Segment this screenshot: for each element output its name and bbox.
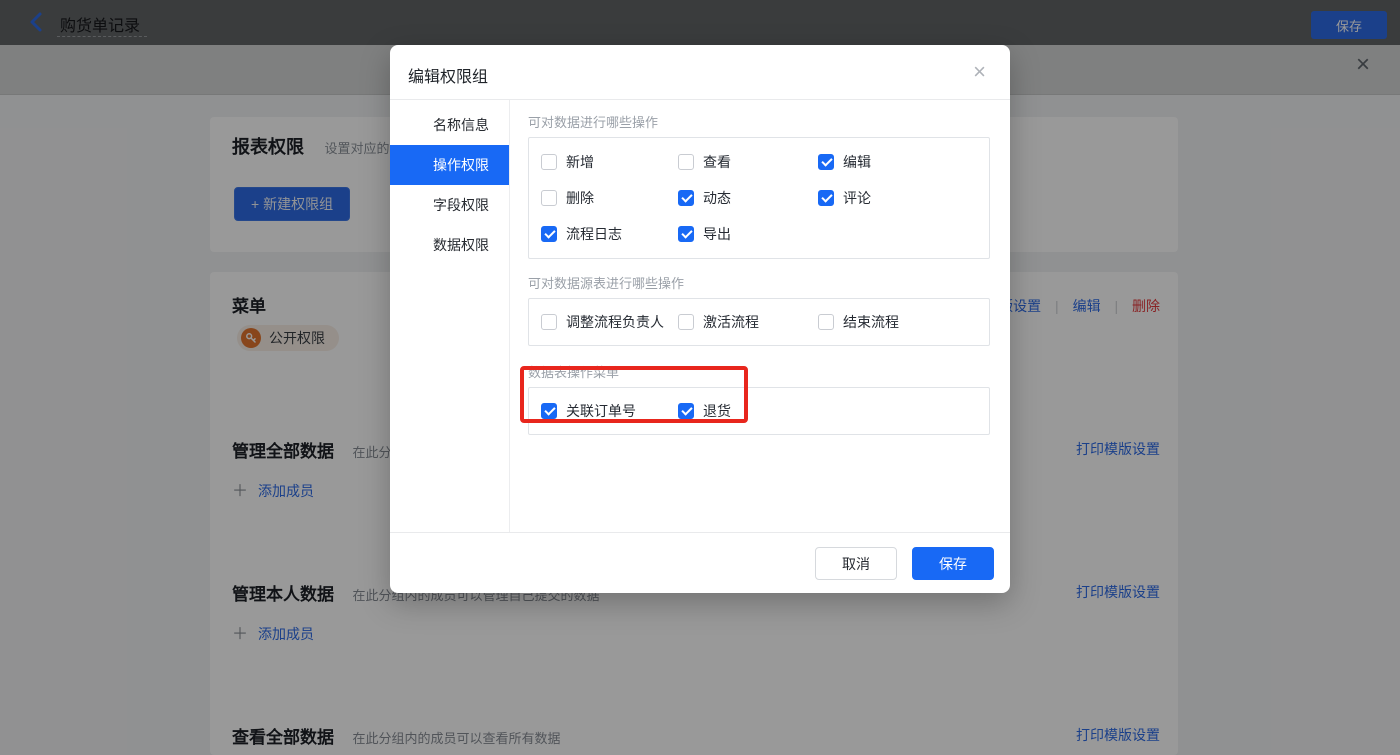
checkbox-export[interactable]: 导出 (678, 221, 818, 247)
checkbox-activity[interactable]: 动态 (678, 185, 818, 211)
data-operations-group: 新增 查看 编辑 删除 动态 评论 流程日志 导出 (528, 137, 990, 259)
dialog-title: 编辑权限组 (408, 69, 489, 86)
save-button[interactable]: 保存 (912, 547, 994, 580)
checkbox-box (678, 314, 694, 330)
table-menu-group: 关联订单号 退货 (528, 387, 990, 435)
checkbox-return-goods[interactable]: 退货 (678, 398, 818, 424)
checkbox-create[interactable]: 新增 (541, 149, 678, 175)
checkbox-flow-log[interactable]: 流程日志 (541, 221, 678, 247)
checkbox-label: 查看 (703, 154, 731, 170)
checkbox-box (678, 226, 694, 242)
tab-operation-permission[interactable]: 操作权限 (390, 145, 509, 185)
data-operations-label: 可对数据进行哪些操作 (528, 115, 659, 130)
checkbox-end-flow[interactable]: 结束流程 (818, 309, 977, 335)
checkbox-box (541, 190, 557, 206)
table-menu-label: 数据表操作菜单 (528, 365, 620, 380)
checkbox-label: 评论 (843, 190, 871, 206)
checkbox-label: 退货 (703, 403, 731, 419)
screen: 购货单记录 保存 × 报表权限 设置对应的「报表」权限 + 新建权限组 菜单 打… (0, 0, 1400, 755)
checkbox-link-order-number[interactable]: 关联订单号 (541, 398, 678, 424)
checkbox-label: 关联订单号 (566, 403, 636, 419)
edit-permission-group-dialog: 编辑权限组 × 名称信息 操作权限 字段权限 数据权限 可对数据进行哪些操作 新… (390, 45, 1010, 593)
checkbox-label: 结束流程 (843, 314, 899, 330)
checkbox-box (818, 314, 834, 330)
dialog-content: 可对数据进行哪些操作 新增 查看 编辑 删除 动态 评论 流程日志 导出 可对数… (510, 100, 1010, 532)
checkbox-box (818, 154, 834, 170)
dialog-header: 编辑权限组 × (390, 45, 1010, 100)
checkbox-box (541, 403, 557, 419)
checkbox-label: 流程日志 (566, 226, 622, 242)
dialog-footer: 取消 保存 (390, 532, 1010, 592)
datasource-operations-group: 调整流程负责人 激活流程 结束流程 (528, 298, 990, 346)
checkbox-box (541, 154, 557, 170)
checkbox-delete[interactable]: 删除 (541, 185, 678, 211)
checkbox-activate-flow[interactable]: 激活流程 (678, 309, 818, 335)
checkbox-edit[interactable]: 编辑 (818, 149, 977, 175)
cancel-button[interactable]: 取消 (815, 547, 897, 580)
checkbox-label: 编辑 (843, 154, 871, 170)
tab-name-info[interactable]: 名称信息 (390, 105, 509, 145)
checkbox-label: 新增 (566, 154, 594, 170)
checkbox-label: 删除 (566, 190, 594, 206)
dialog-close-icon[interactable]: × (973, 59, 986, 85)
checkbox-label: 动态 (703, 190, 731, 206)
checkbox-comment[interactable]: 评论 (818, 185, 977, 211)
checkbox-box (678, 154, 694, 170)
datasource-operations-label: 可对数据源表进行哪些操作 (528, 276, 685, 291)
checkbox-label: 调整流程负责人 (566, 314, 664, 330)
dialog-tab-list: 名称信息 操作权限 字段权限 数据权限 (390, 100, 510, 532)
checkbox-box (541, 314, 557, 330)
checkbox-box (818, 190, 834, 206)
checkbox-view[interactable]: 查看 (678, 149, 818, 175)
tab-data-permission[interactable]: 数据权限 (390, 225, 509, 265)
checkbox-box (678, 190, 694, 206)
tab-field-permission[interactable]: 字段权限 (390, 185, 509, 225)
checkbox-box (678, 403, 694, 419)
checkbox-adjust-flow-owner[interactable]: 调整流程负责人 (541, 309, 678, 335)
checkbox-label: 导出 (703, 226, 731, 242)
checkbox-label: 激活流程 (703, 314, 759, 330)
checkbox-box (541, 226, 557, 242)
